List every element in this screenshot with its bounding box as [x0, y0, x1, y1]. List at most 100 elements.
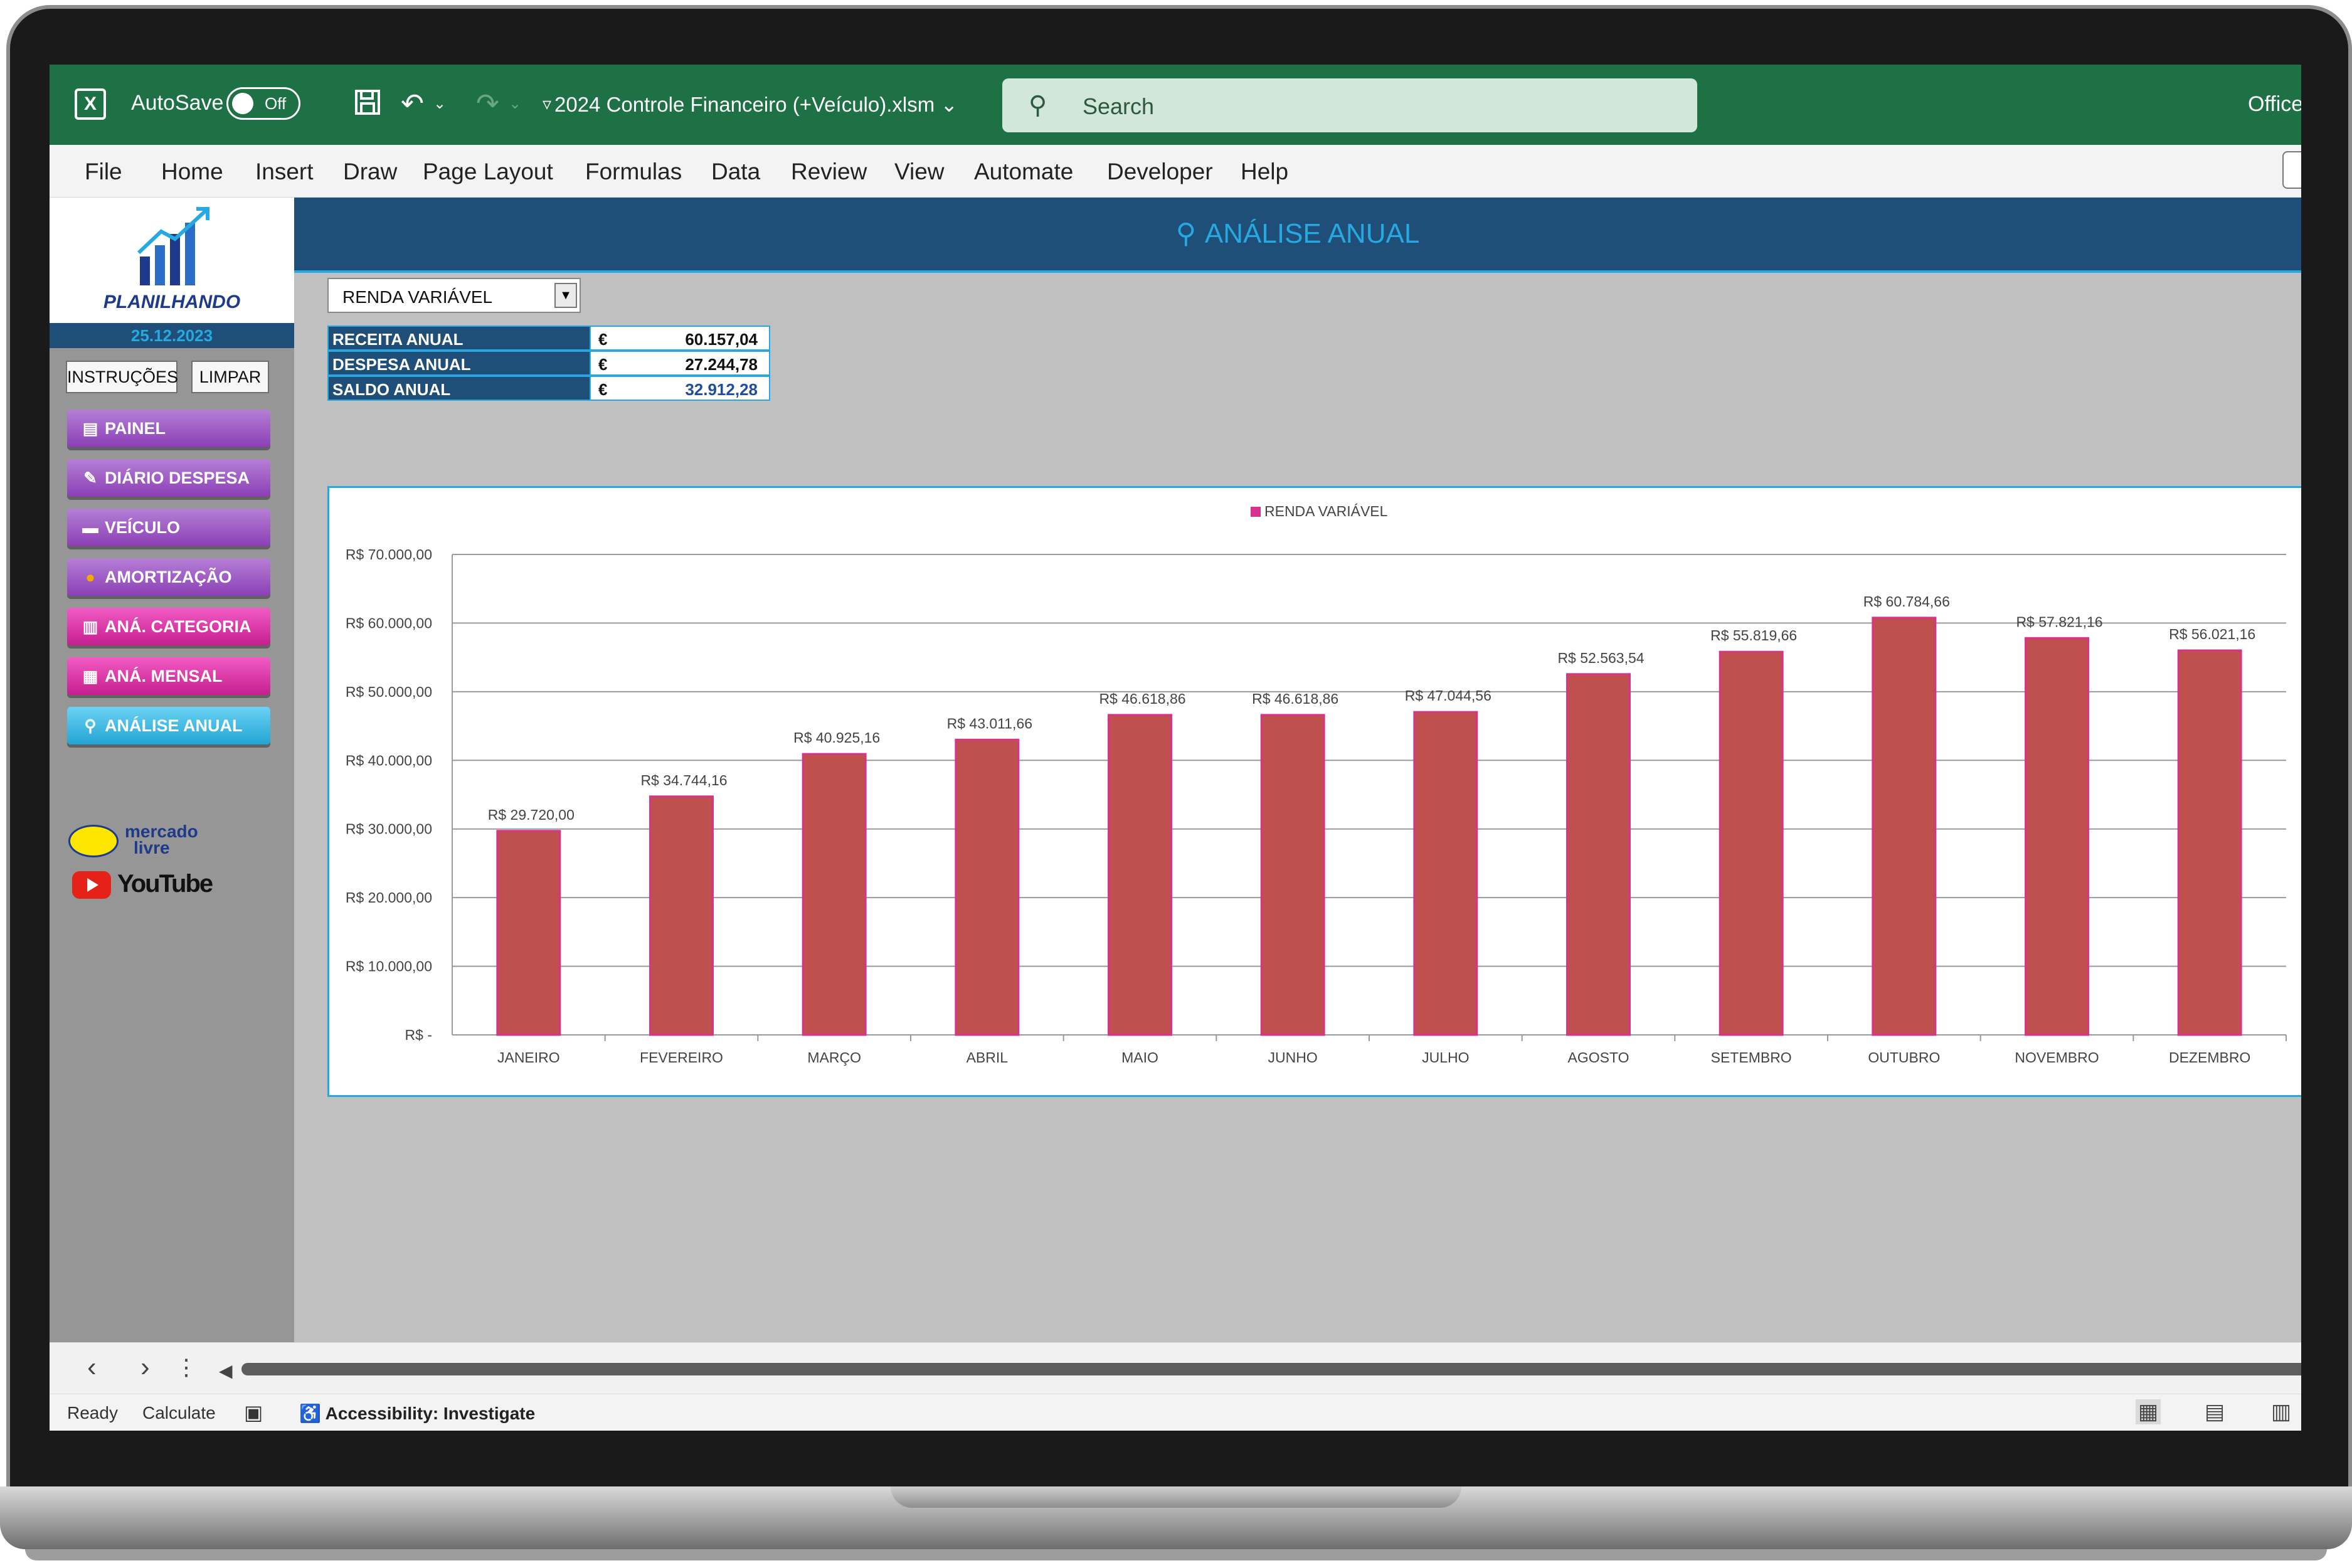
summary-value: 32.912,28 — [622, 376, 770, 401]
ribbon-tabs: File Home Insert Draw Page Layout Formul… — [50, 145, 2301, 198]
x-tick-label: MAIO — [1121, 1049, 1158, 1066]
chart-icon: ▥ — [82, 617, 98, 636]
chart-bar — [1872, 617, 1937, 1036]
chart-bar — [1719, 650, 1784, 1036]
excel-window: X AutoSave Off ↶ ⌄ ↷ ⌄ ▿ 2024 Controle F… — [50, 65, 2301, 1431]
nav-analise-anual-button[interactable]: ⚲ ANÁLISE ANUAL — [67, 707, 270, 744]
accessibility-status[interactable]: ♿ Accessibility: Investigate — [299, 1403, 535, 1424]
nav-ana-categoria-button[interactable]: ▥ ANÁ. CATEGORIA — [67, 608, 270, 645]
tab-file[interactable]: File — [85, 159, 122, 185]
tab-view[interactable]: View — [894, 159, 945, 185]
chart-bar — [1108, 714, 1172, 1036]
nav-diario-despesa-button[interactable]: ✎ DIÁRIO DESPESA — [67, 459, 270, 497]
y-tick-label: R$ 40.000,00 — [346, 752, 432, 768]
nav-label: ANÁ. CATEGORIA — [105, 617, 252, 636]
x-tick-label: NOVEMBRO — [2015, 1049, 2099, 1066]
y-tick-label: R$ 70.000,00 — [346, 546, 432, 563]
summary-value: 27.244,78 — [622, 351, 770, 376]
logo-chart-icon — [137, 207, 209, 285]
chart-bar — [649, 795, 714, 1036]
tab-automate[interactable]: Automate — [974, 159, 1073, 185]
undo-dropdown-icon[interactable]: ⌄ — [433, 88, 446, 120]
tab-data[interactable]: Data — [711, 159, 760, 185]
tab-home[interactable]: Home — [161, 159, 223, 185]
normal-view-icon[interactable]: ▦ — [2136, 1399, 2161, 1424]
instrucoes-button[interactable]: INSTRUÇÕES — [66, 361, 178, 393]
nav-label: VEÍCULO — [105, 518, 181, 537]
nav-ana-mensal-button[interactable]: ▦ ANÁ. MENSAL — [67, 657, 270, 695]
summary-currency: € — [591, 376, 622, 401]
summary-currency: € — [591, 326, 622, 351]
ribbon-options-button[interactable] — [2282, 151, 2301, 189]
data-label: R$ 60.784,66 — [1863, 593, 1950, 610]
magnifier-icon: ⚲ — [84, 716, 97, 735]
autosave-toggle[interactable]: Off — [226, 87, 300, 120]
tab-insert[interactable]: Insert — [255, 159, 314, 185]
dropdown-arrow-icon[interactable]: ▼ — [554, 283, 577, 308]
date-label: 25.12.2023 — [50, 323, 294, 348]
x-tick-label: JULHO — [1422, 1049, 1469, 1066]
more-sheets-icon[interactable]: ⋮ — [175, 1354, 198, 1380]
nav-amortizacao-button[interactable]: ● AMORTIZAÇÃO — [67, 558, 270, 596]
y-tick-label: R$ 60.000,00 — [346, 615, 432, 631]
mercado-livre-link[interactable]: mercado livre — [125, 823, 198, 857]
scrollbar-thumb[interactable] — [241, 1363, 2301, 1375]
tab-draw[interactable]: Draw — [343, 159, 397, 185]
legend-swatch — [1251, 507, 1261, 517]
x-tick-label: ABRIL — [967, 1049, 1009, 1066]
tab-help[interactable]: Help — [1241, 159, 1288, 185]
scroll-left-icon[interactable]: ◀ — [219, 1360, 233, 1381]
logo: PLANILHANDO — [50, 198, 294, 323]
y-tick-label: R$ - — [405, 1027, 432, 1043]
tab-review[interactable]: Review — [791, 159, 867, 185]
y-tick-label: R$ 20.000,00 — [346, 889, 432, 906]
youtube-icon[interactable] — [72, 871, 111, 899]
page-layout-view-icon[interactable]: ▤ — [2202, 1399, 2227, 1424]
summary-label: DESPESA ANUAL — [327, 351, 591, 376]
excel-icon[interactable]: X — [75, 88, 106, 120]
annual-chart[interactable]: RENDA VARIÁVEL R$ - R$ 10.000,00 R$ 20.000,… — [327, 486, 2301, 1097]
magnifier-icon: ⚲ — [1175, 218, 1196, 249]
redo-icon[interactable]: ↷ — [476, 88, 499, 120]
x-tick-label: FEVEREIRO — [640, 1049, 723, 1066]
tab-formulas[interactable]: Formulas — [585, 159, 682, 185]
status-ready: Ready — [67, 1403, 118, 1422]
youtube-link[interactable]: YouTube — [117, 870, 213, 898]
x-tick-label: MARÇO — [807, 1049, 861, 1066]
chart-canvas: RENDA VARIÁVEL R$ - R$ 10.000,00 R$ 20.000,… — [346, 503, 2287, 1066]
category-dropdown[interactable]: RENDA VARIÁVEL ▼ — [327, 278, 581, 313]
car-icon: ▬ — [82, 518, 98, 537]
macro-record-icon[interactable]: ▣ — [244, 1401, 263, 1424]
save-icon[interactable] — [354, 88, 381, 123]
y-tick-label: R$ 10.000,00 — [346, 958, 432, 975]
search-box[interactable]: ⚲ Search — [1002, 78, 1697, 132]
calculate-button[interactable]: Calculate — [142, 1403, 216, 1423]
tab-developer[interactable]: Developer — [1107, 159, 1213, 185]
laptop-shadow — [25, 1549, 2327, 1560]
nav-veiculo-button[interactable]: ▬ VEÍCULO — [67, 509, 270, 546]
x-tick-label: JANEIRO — [497, 1049, 560, 1066]
x-tick-label: SETEMBRO — [1711, 1049, 1792, 1066]
sheet-area: ⚲ ANÁLISE ANUAL RENDA VARIÁVEL ▼ RECEITA … — [294, 198, 2301, 1342]
file-name[interactable]: 2024 Controle Financeiro (+Veículo).xlsm… — [554, 92, 958, 117]
nav-label: AMORTIZAÇÃO — [105, 568, 232, 586]
data-label: R$ 56.021,16 — [2169, 626, 2255, 642]
nav-painel-button[interactable]: ▤ PAINEL — [67, 410, 270, 447]
limpar-button[interactable]: LIMPAR — [191, 361, 269, 393]
nav-label: ANÁ. MENSAL — [105, 667, 223, 686]
undo-icon[interactable]: ↶ — [401, 88, 424, 120]
data-label: R$ 47.044,56 — [1405, 687, 1491, 704]
mercado-livre-icon[interactable] — [68, 825, 119, 857]
tab-page-layout[interactable]: Page Layout — [423, 159, 553, 185]
summary-value: 60.157,04 — [622, 326, 770, 351]
next-sheet-icon[interactable]: › — [140, 1352, 150, 1383]
customize-icon[interactable]: ▿ — [543, 88, 551, 120]
chart-bar — [2025, 637, 2089, 1036]
chart-bar — [802, 753, 867, 1036]
prev-sheet-icon[interactable]: ‹ — [87, 1352, 97, 1383]
redo-dropdown-icon[interactable]: ⌄ — [509, 88, 521, 120]
nav-label: ANÁLISE ANUAL — [105, 716, 243, 735]
page-break-view-icon[interactable]: ▥ — [2269, 1399, 2294, 1424]
horizontal-scrollbar[interactable]: ◀ — [219, 1360, 2301, 1380]
toggle-state: Off — [265, 94, 287, 113]
